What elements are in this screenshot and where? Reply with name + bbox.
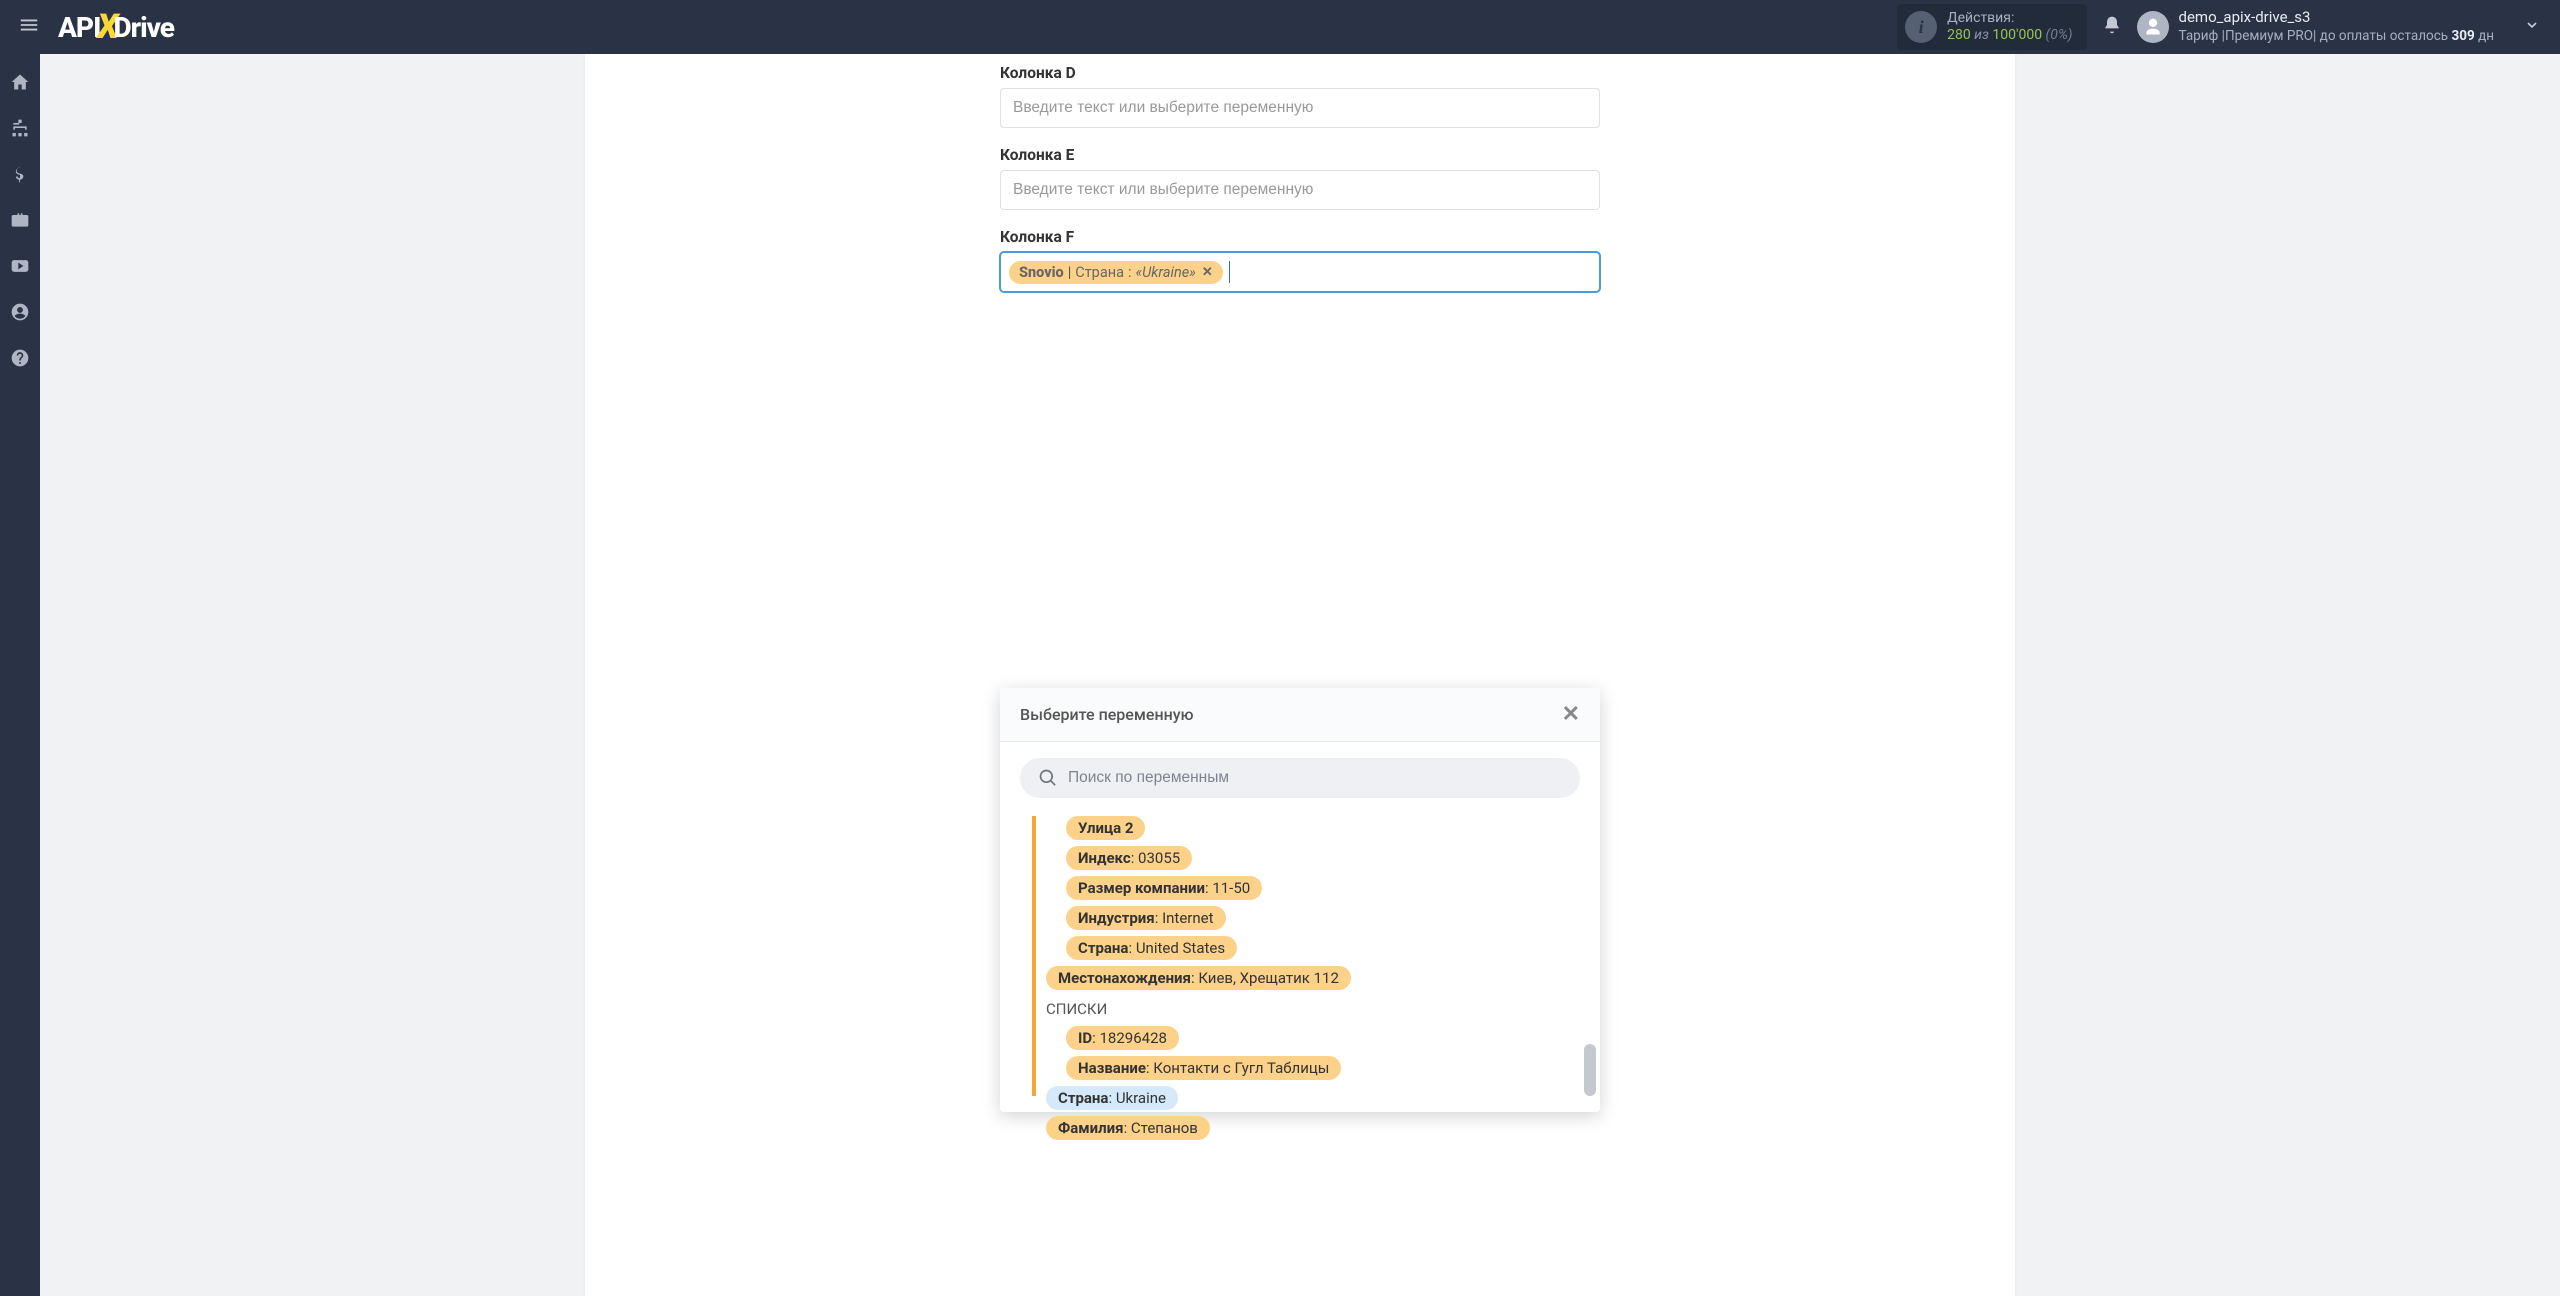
user-plan: Тариф |Премиум PRO| до оплаты осталось 3…: [2179, 28, 2494, 46]
variable-tag[interactable]: Snovio | Страна: «Ukraine» ✕: [1009, 261, 1223, 284]
variable-item[interactable]: Размер компании: 11-50: [1066, 876, 1262, 900]
actions-used: 280: [1947, 27, 1971, 43]
form-panel: Колонка D Колонка E Колонка F Snovio | С…: [585, 54, 2015, 1296]
bell-icon: [2102, 15, 2122, 35]
sidebar-item-billing[interactable]: [10, 164, 30, 188]
briefcase-icon: [10, 210, 30, 230]
variable-item[interactable]: Индустрия: Internet: [1066, 906, 1226, 930]
text-cursor: [1229, 261, 1230, 283]
sidebar-item-help[interactable]: [10, 348, 30, 372]
user-circle-icon: [10, 302, 30, 322]
actions-of: из: [1974, 27, 1989, 43]
variable-item[interactable]: Местонахождения: Киев, Хрещатик 112: [1046, 966, 1351, 990]
sidebar-item-video[interactable]: [10, 256, 30, 280]
variable-item[interactable]: Страна: Ukraine: [1046, 1086, 1178, 1110]
layout: Колонка D Колонка E Колонка F Snovio | С…: [0, 54, 2560, 1296]
dropdown-body: Улица 2 Индекс: 03055 Размер компании: 11-…: [1000, 742, 1600, 1112]
logo[interactable]: API X Drive: [58, 7, 174, 47]
dropdown-wrapper: Выберите переменную ✕ Улица 2Индекс: 030…: [1000, 682, 1600, 722]
avatar: [2137, 11, 2169, 43]
hamburger-icon: [18, 14, 40, 36]
user-chevron: [2504, 17, 2540, 37]
home-icon: [10, 72, 30, 92]
field-input-d[interactable]: [1000, 88, 1600, 128]
header-left: API X Drive: [10, 6, 174, 48]
notifications-button[interactable]: [2102, 15, 2122, 39]
sidebar-item-briefcase[interactable]: [10, 210, 30, 234]
hamburger-menu-button[interactable]: [10, 6, 48, 48]
tag-remove[interactable]: ✕: [1202, 265, 1213, 280]
logo-drive: Drive: [113, 11, 173, 44]
user-icon: [2143, 17, 2163, 37]
sidebar-item-home[interactable]: [10, 72, 30, 96]
sidebar-item-connections[interactable]: [10, 118, 30, 142]
help-icon: [10, 348, 30, 368]
form-inner: Колонка D Колонка E Колонка F Snovio | С…: [1000, 64, 1600, 758]
field-f: Колонка F Snovio | Страна: «Ukraine» ✕: [1000, 228, 1600, 722]
field-label-d: Колонка D: [1000, 64, 1600, 82]
user-text: demo_apix-drive_s3 Тариф |Премиум PRO| д…: [2179, 8, 2494, 45]
variable-item[interactable]: Страна: United States: [1066, 936, 1237, 960]
variable-list: Улица 2 Индекс: 03055 Размер компании: 11-…: [1032, 816, 1580, 1096]
variable-item[interactable]: ID: 18296428: [1066, 1026, 1179, 1050]
field-input-f[interactable]: Snovio | Страна: «Ukraine» ✕: [1000, 252, 1600, 292]
hierarchy-icon: [10, 118, 30, 138]
variable-section-label: СПИСКИ: [1046, 996, 1107, 1020]
dropdown-title: Выберите переменную: [1020, 705, 1194, 724]
actions-usage-box[interactable]: i Действия: 280 из 100'000 (0%): [1897, 4, 2086, 50]
actions-values: 280 из 100'000 (0%): [1947, 27, 2072, 44]
field-d: Колонка D: [1000, 64, 1600, 128]
variable-search-input[interactable]: [1068, 769, 1562, 787]
header-right: i Действия: 280 из 100'000 (0%) demo_api…: [1897, 4, 2550, 50]
actions-text: Действия: 280 из 100'000 (0%): [1947, 10, 2072, 44]
logo-api: API: [58, 11, 100, 44]
variable-dropdown: Выберите переменную ✕ Улица 2 Индекс: 030…: [1000, 688, 1600, 1112]
actions-percent: (0%): [2046, 27, 2073, 43]
variable-search[interactable]: [1020, 758, 1580, 798]
field-label-e: Колонка E: [1000, 146, 1600, 164]
info-icon: i: [1905, 11, 1937, 43]
sidebar: [0, 54, 40, 1296]
actions-label: Действия:: [1947, 10, 2072, 27]
chevron-down-icon: [2524, 17, 2540, 33]
actions-total: 100'000: [1992, 27, 2042, 43]
field-e: Колонка E: [1000, 146, 1600, 210]
top-header: API X Drive i Действия: 280 из 100'000 (…: [0, 0, 2560, 54]
variable-item[interactable]: Улица 2: [1066, 816, 1145, 840]
dropdown-header: Выберите переменную ✕: [1000, 688, 1600, 742]
field-label-f: Колонка F: [1000, 228, 1600, 246]
dropdown-scrollbar[interactable]: [1584, 1044, 1596, 1096]
field-input-e[interactable]: [1000, 170, 1600, 210]
user-name: demo_apix-drive_s3: [2179, 8, 2494, 28]
search-icon: [1038, 768, 1058, 788]
variable-item[interactable]: Название: Контакти с Гугл Таблицы: [1066, 1056, 1341, 1080]
sidebar-item-account[interactable]: [10, 302, 30, 326]
main-area: Колонка D Колонка E Колонка F Snovio | С…: [40, 54, 2560, 1296]
variable-item[interactable]: Фамилия: Степанов: [1046, 1116, 1210, 1140]
dollar-icon: [10, 164, 30, 184]
user-menu[interactable]: demo_apix-drive_s3 Тариф |Премиум PRO| д…: [2137, 8, 2550, 45]
dropdown-close-button[interactable]: ✕: [1562, 702, 1580, 727]
variable-item[interactable]: Индекс: 03055: [1066, 846, 1192, 870]
youtube-icon: [10, 256, 30, 276]
